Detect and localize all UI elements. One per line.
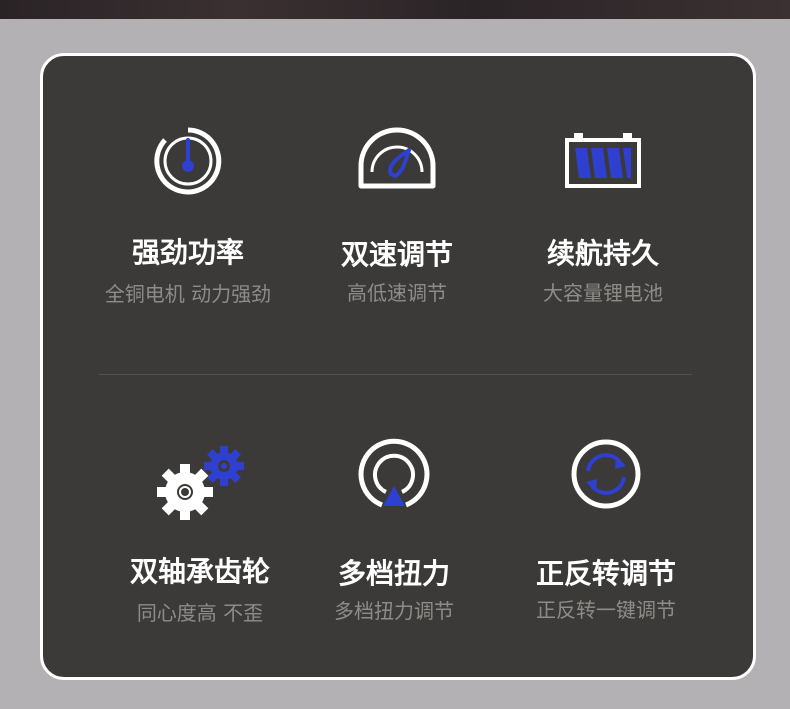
feature-title: 双速调节 bbox=[340, 238, 453, 271]
battery-icon bbox=[565, 133, 641, 188]
torque-signal-icon bbox=[358, 438, 430, 508]
feature-title: 续航持久 bbox=[546, 237, 659, 270]
feature-subtitle: 大容量锂电池 bbox=[543, 281, 663, 305]
reverse-rotation-icon bbox=[571, 439, 641, 509]
feature-subtitle: 同心度高 不歪 bbox=[136, 601, 264, 625]
feature-title: 强劲功率 bbox=[131, 236, 244, 269]
feature-subtitle: 正反转一键调节 bbox=[536, 598, 676, 622]
feature-title: 正反转调节 bbox=[535, 557, 676, 590]
feature-title: 双轴承齿轮 bbox=[129, 555, 270, 588]
feature-power: 强劲功率 全铜电机 动力强劲 bbox=[78, 120, 298, 320]
feature-title: 多档扭力 bbox=[337, 557, 450, 590]
feature-reverse: 正反转调节 正反转一键调节 bbox=[496, 438, 716, 638]
feature-subtitle: 多档扭力调节 bbox=[334, 599, 454, 623]
power-gauge-icon bbox=[154, 127, 222, 195]
gears-icon bbox=[157, 446, 244, 520]
feature-torque: 多档扭力 多档扭力调节 bbox=[284, 438, 504, 638]
feature-speed: 双速调节 高低速调节 bbox=[287, 120, 507, 320]
feature-subtitle: 全铜电机 动力强劲 bbox=[104, 282, 272, 306]
speedometer-icon bbox=[358, 127, 436, 189]
feature-subtitle: 高低速调节 bbox=[347, 281, 447, 305]
feature-gears: 双轴承齿轮 同心度高 不歪 bbox=[90, 438, 310, 638]
feature-battery: 续航持久 大容量锂电池 bbox=[493, 120, 713, 320]
row-divider bbox=[99, 374, 692, 375]
top-photo-strip bbox=[0, 0, 790, 19]
